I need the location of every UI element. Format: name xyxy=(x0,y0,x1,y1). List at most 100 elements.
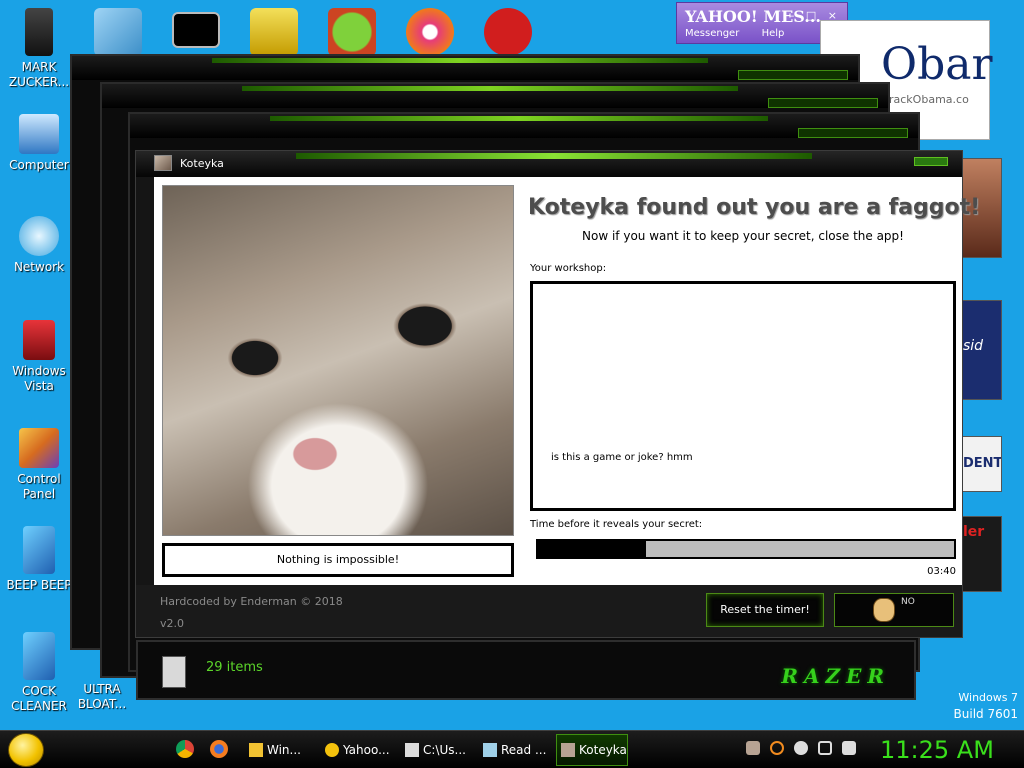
side-pres-text: sid xyxy=(963,338,984,354)
notepad-icon xyxy=(483,743,497,757)
clock[interactable]: 11:25 AM xyxy=(880,733,994,767)
desktop-icon-label: MARK ZUCKER... xyxy=(8,60,70,89)
credit-text: Hardcoded by Enderman © 2018 xyxy=(160,595,343,608)
taskbar-label: Koteyka xyxy=(579,743,627,757)
timer-label: Time before it reveals your secret: xyxy=(530,519,703,530)
workshop-label: Your workshop: xyxy=(530,263,607,274)
cat-icon xyxy=(561,743,575,757)
menu-messenger[interactable]: Messenger xyxy=(685,28,739,39)
window-content: Nothing is impossible! Koteyka found out… xyxy=(154,177,981,585)
control-panel-icon xyxy=(19,428,59,468)
angry-birds-icon[interactable] xyxy=(328,8,376,56)
desktop-icon-label: Computer xyxy=(9,158,69,172)
titlebar-glow xyxy=(270,116,768,121)
network-icon xyxy=(19,216,59,256)
7zip-icon xyxy=(405,743,419,757)
desktop-icon-mark-zucker[interactable]: MARK ZUCKER... xyxy=(0,8,78,90)
desktop-icon-label: Network xyxy=(13,260,65,274)
desktop-icon-ultra-bloat[interactable]: ULTRA BLOAT... xyxy=(72,682,132,712)
reset-timer-button[interactable]: Reset the timer! xyxy=(706,593,824,627)
cmd-icon[interactable] xyxy=(172,12,220,48)
taskbar-label: C:\Us... xyxy=(423,743,466,757)
desktop-icon-label: Windows Vista xyxy=(12,364,66,393)
windows-build-watermark: Windows 7 Build 7601 xyxy=(954,690,1018,722)
desktop-icon-label: COCK CLEANER xyxy=(11,684,67,713)
desktop-icon-label: ULTRA BLOAT... xyxy=(77,682,127,711)
titlebar-glow xyxy=(212,58,708,63)
desktop-icon-network[interactable]: Network xyxy=(0,216,78,275)
drive-icon[interactable] xyxy=(250,8,298,56)
timer-value: 03:40 xyxy=(927,566,956,577)
titlebar-glow xyxy=(296,153,812,159)
timer-progress-bar xyxy=(536,539,956,559)
side-dent-text: DENT xyxy=(963,456,1002,471)
taskbar-label: Win... xyxy=(267,743,301,757)
p-app-icon[interactable] xyxy=(406,8,454,56)
window-buttons[interactable] xyxy=(798,128,908,138)
titlebar xyxy=(102,84,888,108)
chrome-icon[interactable] xyxy=(176,740,194,758)
taskbar-button-7zip[interactable]: C:\Us... xyxy=(400,734,470,766)
window-title: Koteyka xyxy=(180,157,224,170)
search-icon[interactable] xyxy=(770,741,784,755)
baldi-face-icon xyxy=(873,598,895,622)
side-pres-card: sid xyxy=(962,300,1002,400)
workshop-textbox[interactable]: is this a game or joke? hmm xyxy=(530,281,956,511)
baldi-text: NO xyxy=(901,597,915,607)
cat-tray-icon[interactable] xyxy=(746,741,760,755)
caption-text: Nothing is impossible! xyxy=(276,553,400,566)
side-ler-text: ler xyxy=(963,524,985,540)
headline: Koteyka found out you are a faggot! xyxy=(528,195,981,220)
subheadline: Now if you want it to keep your secret, … xyxy=(582,229,904,243)
cat-photo xyxy=(162,185,514,536)
devcpp-icon[interactable] xyxy=(484,8,532,56)
side-dent-card: DENT xyxy=(962,436,1002,492)
person-icon xyxy=(25,8,53,56)
build-number: Build 7601 xyxy=(953,707,1018,721)
computer-icon xyxy=(19,114,59,154)
item-count: 29 items xyxy=(206,660,263,675)
desktop: MARK ZUCKER... Computer Network Windows … xyxy=(0,0,1024,730)
taskbar-button-win[interactable]: Win... xyxy=(244,734,306,766)
network-tray-icon[interactable] xyxy=(818,741,832,755)
titlebar xyxy=(130,114,918,138)
taskbar: Win... Yahoo... C:\Us... Read ... Koteyk… xyxy=(0,730,1024,768)
window-buttons[interactable] xyxy=(914,157,948,166)
taskbar-button-yahoo[interactable]: Yahoo... xyxy=(320,734,392,766)
desktop-icon-beep-beep[interactable]: BEEP BEEP xyxy=(0,526,78,593)
window-footer: Hardcoded by Enderman © 2018 v2.0 Reset … xyxy=(136,585,962,637)
app-box-icon xyxy=(23,526,55,574)
messenger-tray-icon[interactable] xyxy=(794,741,808,755)
desktop-icon-label: BEEP BEEP xyxy=(6,578,72,592)
taskbar-label: Read ... xyxy=(501,743,547,757)
volume-icon[interactable] xyxy=(842,741,856,755)
desktop-icon-label: Control Panel xyxy=(17,472,61,501)
baldi-button[interactable]: NO xyxy=(834,593,954,627)
folder-icon xyxy=(162,656,186,688)
notepad-icon[interactable] xyxy=(94,8,142,56)
explorer-status-bar: 29 items RAZER xyxy=(136,640,916,700)
koteyka-window[interactable]: Koteyka Nothing is impossible! Koteyka f… xyxy=(135,150,981,638)
firefox-icon[interactable] xyxy=(210,740,228,758)
obama-logo-text: Obar xyxy=(881,39,993,90)
caption-box: Nothing is impossible! xyxy=(162,543,514,577)
folder-icon xyxy=(249,743,263,757)
window-buttons[interactable] xyxy=(738,70,848,80)
desktop-icon-computer[interactable]: Computer xyxy=(0,114,78,173)
menu-help[interactable]: Help xyxy=(762,28,785,39)
desktop-icon-control-panel[interactable]: Control Panel xyxy=(0,428,78,502)
taskbar-button-read[interactable]: Read ... xyxy=(478,734,548,766)
os-name: Windows 7 xyxy=(958,691,1018,704)
recycle-bin-icon xyxy=(23,320,55,360)
desktop-icon-cock-cleaner[interactable]: COCK CLEANER xyxy=(0,632,78,714)
taskbar-label: Yahoo... xyxy=(343,743,390,757)
workshop-text: is this a game or joke? hmm xyxy=(551,452,693,463)
start-button[interactable] xyxy=(8,733,44,767)
window-buttons[interactable] xyxy=(768,98,878,108)
taskbar-button-koteyka[interactable]: Koteyka xyxy=(556,734,628,766)
titlebar[interactable]: Koteyka xyxy=(136,151,962,177)
titlebar xyxy=(72,56,858,80)
version-text: v2.0 xyxy=(160,617,185,630)
desktop-icon-windows-vista[interactable]: Windows Vista xyxy=(0,320,78,394)
obama-url: rackObama.co xyxy=(889,93,969,106)
